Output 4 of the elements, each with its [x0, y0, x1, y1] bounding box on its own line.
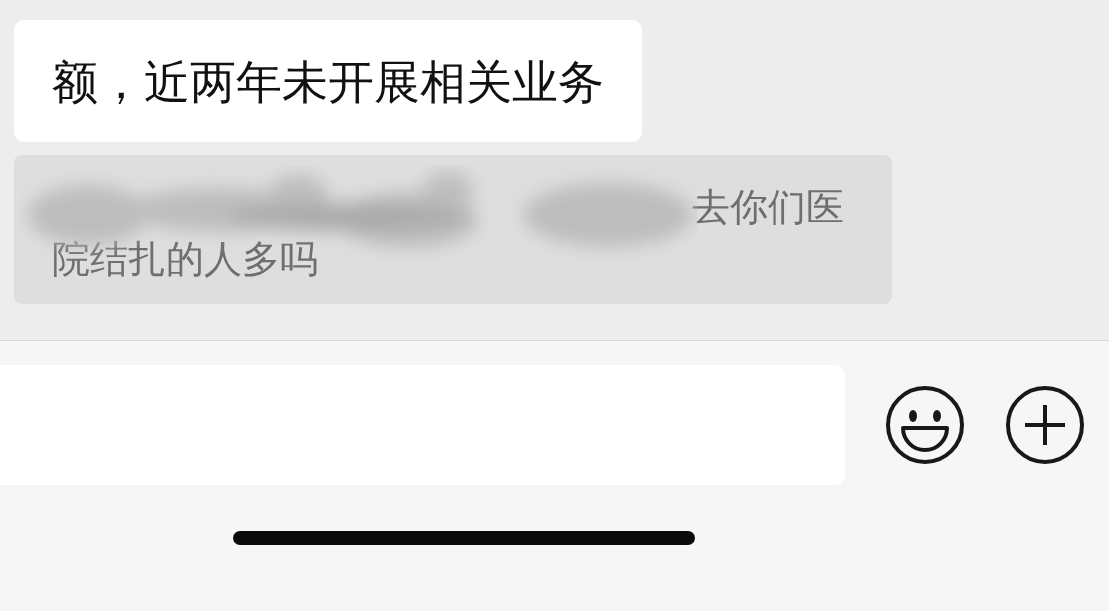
message-bubble: 额，近两年未开展相关业务 [14, 20, 642, 142]
quoted-text: 去你们医院结扎的人多吗 [52, 185, 845, 282]
plus-icon[interactable] [1005, 385, 1085, 465]
emoji-icon[interactable] [885, 385, 965, 465]
